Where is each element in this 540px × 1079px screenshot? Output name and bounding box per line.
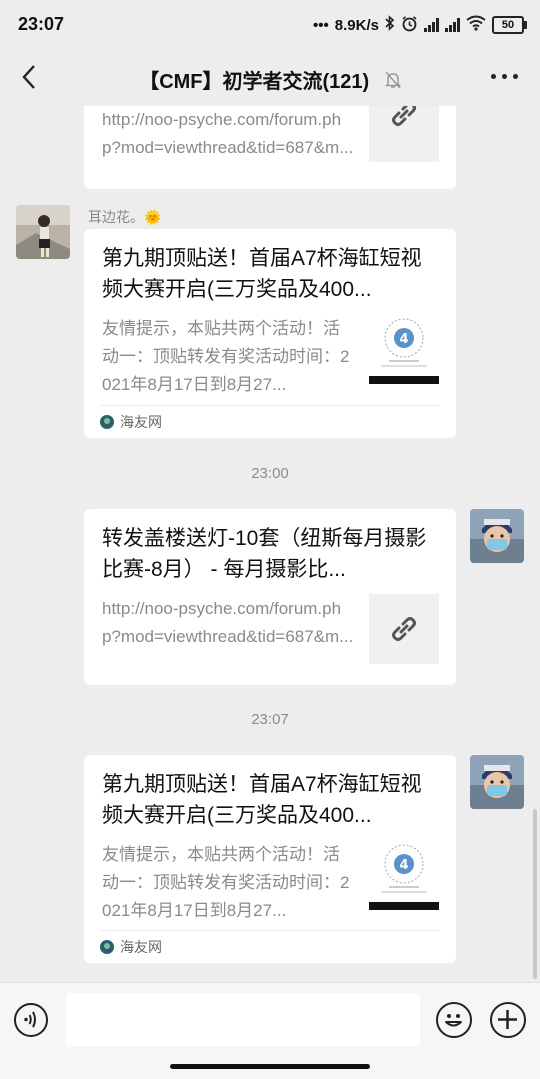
avatar[interactable] <box>16 205 70 259</box>
plus-icon <box>498 1010 517 1029</box>
alarm-icon <box>401 15 418 36</box>
back-arrow-icon <box>22 65 35 89</box>
my-avatar[interactable] <box>470 509 524 563</box>
home-indicator[interactable] <box>170 1064 370 1069</box>
link-thumbnail <box>369 106 439 162</box>
article-message-card[interactable]: 第九期顶贴送！首届A7杯海缸短视频大赛开启(三万奖品及400... 友情提示，本… <box>84 229 456 438</box>
hd-signal-icon <box>445 18 460 32</box>
source-name: 海友网 <box>120 414 162 430</box>
status-icons: ••• 8.9K/s 50 <box>313 13 527 37</box>
chat-title: 【CMF】初学者交流(121) <box>60 65 480 95</box>
site-logo-icon <box>100 940 114 954</box>
battery-icon: 50 <box>492 16 527 34</box>
link-url: http://noo-psyche.com/forum.php?mod=view… <box>102 110 354 157</box>
message-input[interactable] <box>66 993 420 1046</box>
bluetooth-icon <box>385 15 395 35</box>
status-bar: 23:07 ••• 8.9K/s 50 <box>0 0 540 50</box>
dots-icon: ••• <box>313 16 329 34</box>
voice-button[interactable] <box>14 1003 48 1037</box>
voice-icon <box>24 1011 36 1028</box>
link-thumbnail <box>369 594 439 664</box>
article-desc: 友情提示，本贴共两个活动！活动一：顶贴转发有奖活动时间：2021年8月17日到8… <box>102 319 350 394</box>
home-bar <box>0 1057 540 1079</box>
status-time: 23:07 <box>18 14 65 34</box>
article-title: 第九期顶贴送！首届A7杯海缸短视频大赛开启(三万奖品及400... <box>102 247 422 301</box>
site-logo-icon <box>100 415 114 429</box>
article-message-card[interactable]: 第九期顶贴送！首届A7杯海缸短视频大赛开启(三万奖品及400... 友情提示，本… <box>84 755 456 963</box>
timestamp: 23:00 <box>251 465 289 482</box>
article-title: 第九期顶贴送！首届A7杯海缸短视频大赛开启(三万奖品及400... <box>102 773 422 827</box>
svg-text:4: 4 <box>399 858 408 873</box>
article-source: 海友网 <box>100 930 440 963</box>
group-name: 【CMF】初学者交流(121) <box>139 71 370 93</box>
my-avatar[interactable] <box>470 755 524 809</box>
more-dots-icon <box>491 74 496 79</box>
timestamp: 23:07 <box>251 711 289 728</box>
svg-text:4: 4 <box>399 332 408 347</box>
link-icon <box>392 617 416 641</box>
link-message-card[interactable]: http://noo-psyche.com/forum.php?mod=view… <box>84 106 456 189</box>
chat-messages[interactable]: http://noo-psyche.com/forum.php?mod=view… <box>0 106 540 982</box>
back-button[interactable] <box>16 62 46 92</box>
article-thumbnail: 4 <box>369 840 439 910</box>
article-desc: 友情提示，本贴共两个活动！活动一：顶贴转发有奖活动时间：2021年8月17日到8… <box>102 845 350 920</box>
network-speed: 8.9K/s <box>334 16 379 34</box>
source-name: 海友网 <box>120 939 162 955</box>
link-icon <box>392 106 416 126</box>
link-url: http://noo-psyche.com/forum.php?mod=view… <box>102 599 354 646</box>
more-button[interactable] <box>491 74 518 79</box>
emoji-button[interactable] <box>436 1002 472 1038</box>
article-thumbnail: 4 <box>369 314 439 384</box>
wifi-icon <box>466 15 486 35</box>
article-source: 海友网 <box>100 405 440 438</box>
input-bar <box>0 982 540 1058</box>
link-title: 转发盖楼送灯-10套（纽斯每月摄影比赛-8月） - 每月摄影比... <box>102 527 427 581</box>
emoji-icon <box>445 1014 462 1027</box>
hd-signal-icon <box>424 18 439 32</box>
bell-muted-icon <box>384 71 402 95</box>
link-message-card[interactable]: 转发盖楼送灯-10套（纽斯每月摄影比赛-8月） - 每月摄影比... http:… <box>84 509 456 685</box>
sender-name: 耳边花。🌞 <box>88 209 162 225</box>
chat-header: 【CMF】初学者交流(121) <box>0 50 540 106</box>
chat-scrollbar[interactable] <box>533 809 537 979</box>
more-features-button[interactable] <box>490 1002 526 1038</box>
